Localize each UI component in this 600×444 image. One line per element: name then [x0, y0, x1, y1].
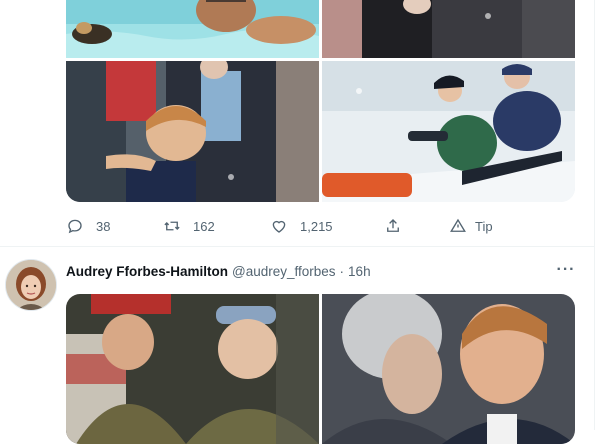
more-icon: ··· [556, 261, 576, 278]
like-button[interactable]: 1,215 [270, 212, 333, 240]
current-tweet-photo-grid [66, 294, 575, 444]
photo-boy-leaning[interactable] [66, 61, 319, 202]
retweet-icon [164, 221, 180, 231]
previous-tweet-action-bar: 38 162 1,215 Tip [66, 212, 575, 240]
share-icon [387, 219, 399, 232]
tip-label: Tip [475, 218, 493, 234]
author-avatar[interactable] [5, 259, 57, 311]
like-icon [272, 220, 286, 233]
author-display-name[interactable]: Audrey Fforbes-Hamilton [66, 264, 228, 279]
tip-button[interactable]: Tip [449, 212, 493, 240]
retweet-button[interactable]: 162 [163, 212, 215, 240]
photo-sledding[interactable] [322, 61, 575, 202]
photo-pool[interactable] [66, 0, 319, 58]
photo-crowd[interactable] [322, 0, 575, 58]
photo-father-son[interactable] [322, 294, 575, 444]
header-separator: · [339, 263, 345, 279]
more-options-button[interactable]: ··· [553, 260, 579, 280]
reply-count: 38 [96, 218, 111, 234]
author-handle[interactable]: @audrey_fforbes [232, 264, 336, 279]
retweet-count: 162 [193, 218, 215, 234]
reply-button[interactable]: 38 [66, 212, 110, 240]
tweet-timestamp[interactable]: 16h [348, 264, 371, 279]
photo-military-officers[interactable] [66, 294, 319, 444]
tip-icon [450, 218, 466, 232]
reply-icon [68, 219, 82, 234]
share-button[interactable] [384, 212, 402, 240]
previous-tweet-photo-grid [66, 0, 575, 202]
timeline-border [594, 0, 595, 430]
like-count: 1,215 [300, 218, 333, 234]
tweet-divider [0, 246, 594, 247]
tweet-header: Audrey Fforbes-Hamilton @audrey_fforbes … [66, 261, 371, 281]
